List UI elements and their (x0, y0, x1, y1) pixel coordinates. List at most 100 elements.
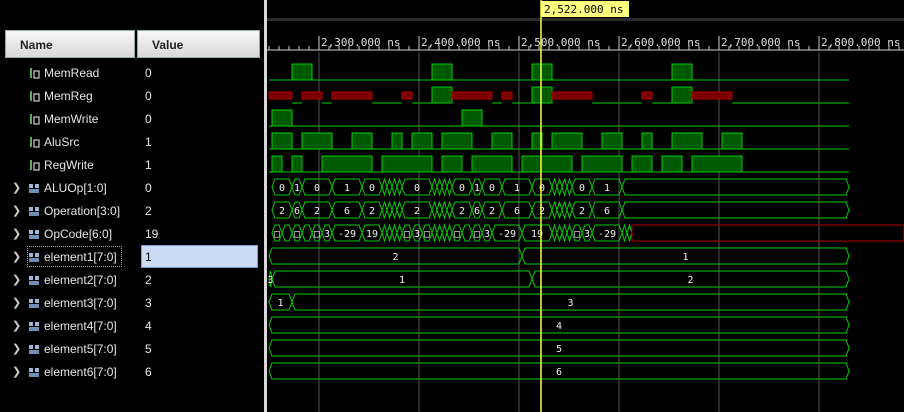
high-pulse (661, 155, 683, 173)
undefined-segment (331, 91, 373, 100)
chevron-right-icon[interactable]: ❯ (12, 250, 21, 263)
bus-value-label: 3 (324, 229, 330, 240)
signal-value: 0 (145, 181, 152, 195)
bus-value-label: 6 (556, 367, 562, 378)
high-pulse (631, 155, 653, 173)
bus-value-label: -29 (598, 229, 616, 240)
bus-value-label: □ (404, 229, 410, 240)
bus-value-label: 0 (579, 183, 585, 194)
signal-name: AluSrc (44, 135, 80, 149)
bus-value-label: 6 (344, 206, 350, 217)
bus-value-label: 1 (277, 298, 283, 309)
bus-value-label: 2 (314, 206, 320, 217)
high-pulse (431, 63, 453, 81)
name-column-header[interactable]: Name (5, 30, 135, 58)
bus-value-label: 4 (556, 321, 562, 332)
bus-value-label: 0 (314, 183, 320, 194)
bus-value-label: 3 (584, 229, 590, 240)
signal-row-element3[interactable]: ❯ element3[7:0] 3 (0, 291, 264, 314)
time-tick-label: 2,600.000 ns (621, 36, 700, 49)
bus-value-label: -29 (498, 229, 516, 240)
high-pulse (601, 132, 623, 150)
name-column-label: Name (20, 38, 53, 52)
bus-value-label: 2 (489, 206, 495, 217)
bus-value-label: 0 (369, 183, 375, 194)
bus-value-label: 1 (294, 183, 300, 194)
undefined-segment (691, 91, 733, 100)
signal-row-memwrite[interactable]: MemWrite 0 (0, 107, 264, 130)
bus-value-label: 1 (514, 183, 520, 194)
chevron-right-icon[interactable]: ❯ (12, 181, 21, 194)
signal-row-opcode[interactable]: ❯ OpCode[6:0] 19 (0, 222, 264, 245)
signal-value: 0 (145, 66, 152, 80)
signal-name: element4[7:0] (44, 319, 117, 333)
signal-row-operation[interactable]: ❯ Operation[3:0] 2 (0, 199, 264, 222)
signal-name: MemReg (44, 89, 93, 103)
high-pulse (381, 155, 433, 173)
bus-value-label: □ (454, 229, 460, 240)
undefined-segment (641, 91, 653, 100)
bus-value-label: 6 (294, 206, 300, 217)
bus-signal-icon (29, 276, 39, 285)
value-column-label: Value (152, 38, 184, 52)
signal-row-aluop[interactable]: ❯ ALUOp[1:0] 0 (0, 176, 264, 199)
high-pulse (491, 132, 513, 150)
signal-row-element6[interactable]: ❯ element6[7:0] 6 (0, 360, 264, 383)
chevron-right-icon[interactable]: ❯ (12, 273, 21, 286)
bus-value-label: 2 (392, 252, 398, 263)
signal-row-element1[interactable]: ❯ element1[7:0] 1 (0, 245, 264, 268)
chevron-right-icon[interactable]: ❯ (12, 342, 21, 355)
signal-row-element4[interactable]: ❯ element4[7:0] 4 (0, 314, 264, 337)
waveform-viewer[interactable]: 2,300.000 ns 2,400.000 ns 2,500.000 ns 2,60… (267, 0, 904, 412)
high-pulse (671, 86, 693, 104)
chevron-right-icon[interactable]: ❯ (12, 296, 21, 309)
bus-value-label: 2 (687, 275, 693, 286)
signal-value: 5 (145, 342, 152, 356)
bus-value-label: 0 (279, 183, 285, 194)
bus-value-label: 19 (366, 229, 378, 240)
chevron-right-icon[interactable]: ❯ (12, 319, 21, 332)
bus-value-label: 2 (459, 206, 465, 217)
signal-row-element2[interactable]: ❯ element2[7:0] 2 (0, 268, 264, 291)
bus-value-label: 6 (604, 206, 610, 217)
signal-row-memread[interactable]: MemRead 0 (0, 61, 264, 84)
bus-value-label: -29 (338, 229, 356, 240)
signal-row-alusrc[interactable]: AluSrc 1 (0, 130, 264, 153)
chevron-right-icon[interactable]: ❯ (12, 365, 21, 378)
signal-value: 6 (145, 365, 152, 379)
high-pulse (691, 155, 743, 173)
bus-value-label: □ (574, 229, 580, 240)
bus-value-label: 6 (514, 206, 520, 217)
undefined-segment (451, 91, 493, 100)
bit-signal-icon (30, 91, 40, 102)
high-pulse (531, 63, 553, 81)
high-pulse (291, 63, 313, 81)
chevron-right-icon[interactable]: ❯ (12, 204, 21, 217)
bus-signal-icon (29, 207, 39, 216)
signal-name: element3[7:0] (44, 296, 117, 310)
signal-value: 4 (145, 319, 152, 333)
undefined-segment (301, 91, 323, 100)
signal-row-element5[interactable]: ❯ element5[7:0] 5 (0, 337, 264, 360)
bit-signal-icon (30, 137, 40, 148)
bus-signal-icon (29, 368, 39, 377)
high-pulse (641, 132, 653, 150)
value-column-header[interactable]: Value (137, 30, 260, 58)
high-pulse (721, 132, 743, 150)
high-pulse (471, 155, 513, 173)
signal-row-regwrite[interactable]: RegWrite 1 (0, 153, 264, 176)
signal-value: 0 (145, 89, 152, 103)
bit-signal-icon (30, 114, 40, 125)
high-pulse (461, 109, 483, 127)
high-pulse (391, 132, 403, 150)
signal-value: 0 (145, 112, 152, 126)
high-pulse (301, 132, 333, 150)
bus-value-label: 1 (682, 252, 688, 263)
chevron-right-icon[interactable]: ❯ (12, 227, 21, 240)
bus-value-label: 6 (474, 206, 480, 217)
signal-row-memreg[interactable]: MemReg 0 (0, 84, 264, 107)
high-pulse (551, 132, 583, 150)
bus-value-label: 1 (604, 183, 610, 194)
bus-signal-icon (29, 299, 39, 308)
high-pulse (431, 86, 453, 104)
